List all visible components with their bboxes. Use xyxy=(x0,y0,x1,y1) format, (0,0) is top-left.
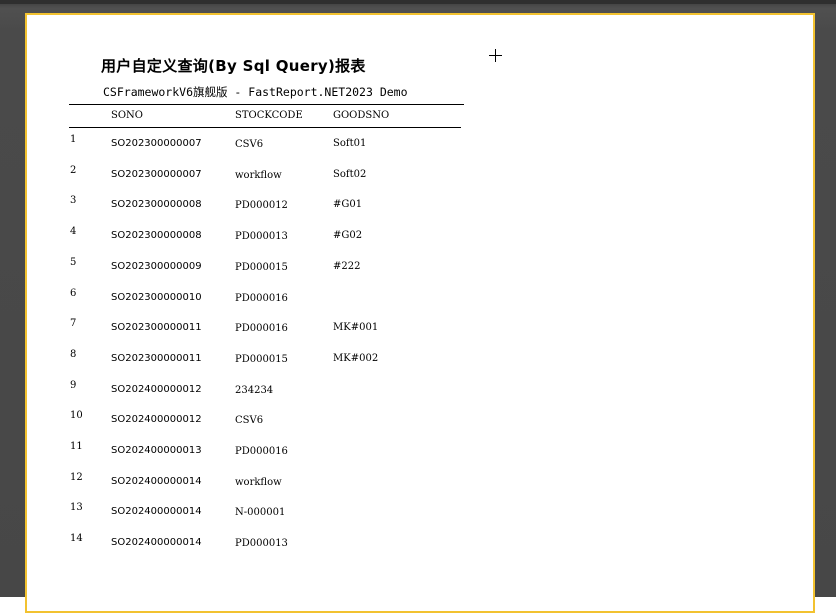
cell-sono: SO202400000014 xyxy=(111,506,202,518)
cell-stockcode: N-000001 xyxy=(235,507,286,519)
table-row: 9 SO202400000012 234234 xyxy=(27,380,787,410)
table-row: 5 SO202300000009 PD000015 #222 xyxy=(27,257,787,287)
row-index: 1 xyxy=(70,134,77,145)
cell-stockcode: PD000016 xyxy=(235,292,288,304)
cell-stockcode: PD000015 xyxy=(235,261,288,273)
cell-sono: SO202300000007 xyxy=(111,168,202,180)
cell-sono: SO202400000012 xyxy=(111,414,202,426)
column-header-goodsno: GOODSNO xyxy=(333,110,390,121)
row-index: 8 xyxy=(70,348,77,360)
cell-sono: SO202300000011 xyxy=(111,352,202,364)
table-row: 12 SO202400000014 workflow xyxy=(27,472,787,502)
cell-sono: SO202300000008 xyxy=(111,230,202,242)
row-index: 7 xyxy=(70,318,77,330)
cell-sono: SO202400000014 xyxy=(111,537,202,549)
cell-sono: SO202300000007 xyxy=(111,138,202,149)
cell-goodsno: MK#002 xyxy=(333,352,379,364)
table-row: 3 SO202300000008 PD000012 #G01 xyxy=(27,195,787,225)
row-index: 5 xyxy=(70,256,77,268)
row-index: 12 xyxy=(70,471,83,483)
table-row: 1 SO202300000007 CSV6 Soft01 xyxy=(27,134,787,164)
row-index: 4 xyxy=(70,226,77,238)
report-subtitle: CSFrameworkV6旗舰版 - FastReport.NET2023 De… xyxy=(103,85,408,99)
cell-stockcode: CSV6 xyxy=(235,415,264,427)
column-header-sono: SONO xyxy=(111,110,143,121)
cell-goodsno: #G02 xyxy=(333,230,363,242)
cell-sono: SO202300000011 xyxy=(111,322,202,334)
cell-stockcode: PD000016 xyxy=(235,323,288,335)
row-index: 11 xyxy=(70,441,83,452)
row-index: 13 xyxy=(70,502,83,514)
cell-stockcode: workflow xyxy=(235,476,282,488)
crosshair-icon xyxy=(489,49,502,62)
cell-stockcode: PD000013 xyxy=(235,538,288,550)
table-row: 8 SO202300000011 PD000015 MK#002 xyxy=(27,349,787,379)
cell-sono: SO202300000008 xyxy=(111,199,202,211)
table-row: 6 SO202300000010 PD000016 xyxy=(27,288,787,318)
cell-stockcode: 234234 xyxy=(235,384,274,396)
viewer-top-strip xyxy=(0,0,836,4)
cell-goodsno: #G01 xyxy=(333,199,363,211)
header-top-rule xyxy=(69,104,464,105)
cell-sono: SO202300000010 xyxy=(111,291,202,303)
row-index: 9 xyxy=(70,379,77,391)
table-row: 13 SO202400000014 N-000001 xyxy=(27,502,787,532)
cell-sono: SO202300000009 xyxy=(111,260,202,272)
table-row: 7 SO202300000011 PD000016 MK#001 xyxy=(27,318,787,348)
row-index: 10 xyxy=(70,410,83,422)
header-bottom-rule xyxy=(69,127,461,128)
cell-stockcode: CSV6 xyxy=(235,139,264,150)
cell-stockcode: PD000013 xyxy=(235,231,288,243)
cell-stockcode: PD000016 xyxy=(235,446,288,457)
row-index: 3 xyxy=(70,195,77,207)
table-row: 4 SO202300000008 PD000013 #G02 xyxy=(27,226,787,256)
report-page[interactable]: 用户自定义查询(By Sql Query)报表 CSFrameworkV6旗舰版… xyxy=(25,13,815,613)
table-row: 11 SO202400000013 PD000016 xyxy=(27,441,787,471)
cell-stockcode: PD000012 xyxy=(235,200,288,212)
cell-stockcode: workflow xyxy=(235,169,282,181)
table-row: 10 SO202400000012 CSV6 xyxy=(27,410,787,440)
cell-sono: SO202400000013 xyxy=(111,445,202,456)
row-index: 2 xyxy=(70,164,77,176)
row-index: 14 xyxy=(70,533,83,545)
cell-goodsno: #222 xyxy=(333,260,361,272)
row-index: 6 xyxy=(70,287,77,299)
cell-goodsno: MK#001 xyxy=(333,322,379,334)
cell-goodsno: Soft02 xyxy=(333,168,367,180)
cell-sono: SO202400000014 xyxy=(111,475,202,487)
table-row: 2 SO202300000007 workflow Soft02 xyxy=(27,165,787,195)
cell-goodsno: Soft01 xyxy=(333,138,367,149)
column-header-stockcode: STOCKCODE xyxy=(235,110,303,121)
cell-sono: SO202400000012 xyxy=(111,383,202,395)
report-title: 用户自定义查询(By Sql Query)报表 xyxy=(101,57,366,75)
table-row: 14 SO202400000014 PD000013 xyxy=(27,533,787,563)
cell-stockcode: PD000015 xyxy=(235,353,288,365)
